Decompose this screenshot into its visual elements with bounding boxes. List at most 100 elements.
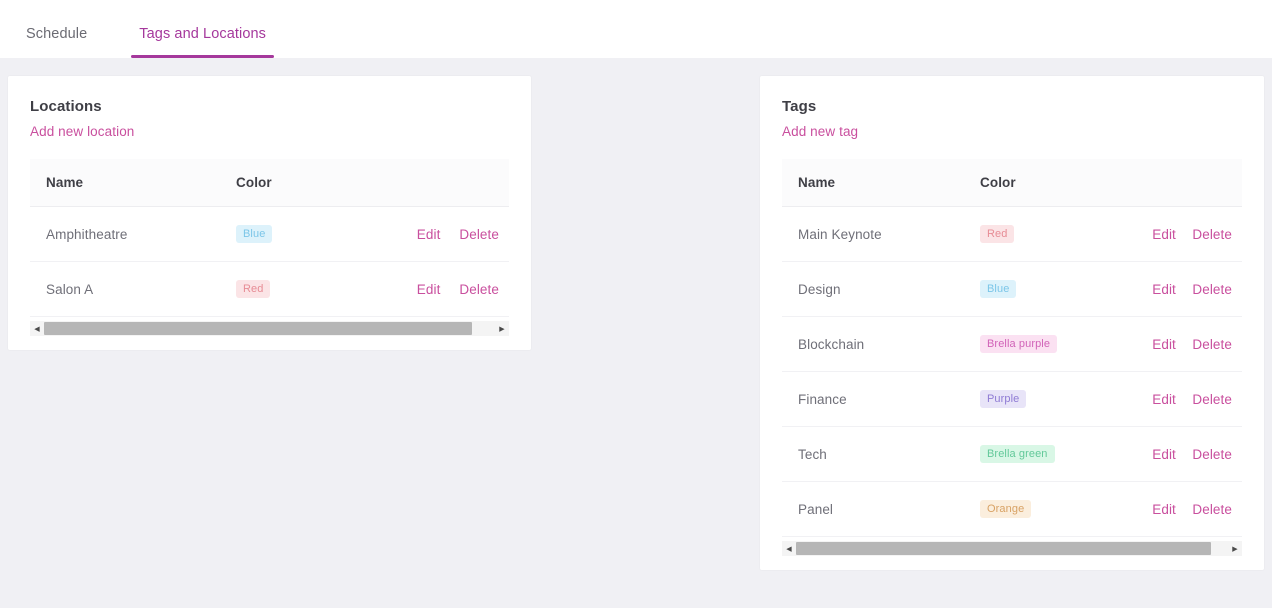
table-row: Finance Purple Edit Delete bbox=[782, 371, 1242, 427]
locations-column-name: Name bbox=[30, 159, 236, 207]
table-row: Tech Brella green Edit Delete bbox=[782, 426, 1242, 482]
scroll-left-arrow-icon[interactable]: ◀ bbox=[30, 321, 44, 336]
locations-table: Name Color Amphitheatre Blue Edit Delete… bbox=[30, 159, 509, 317]
scroll-right-arrow-icon[interactable]: ▶ bbox=[1228, 541, 1242, 556]
tags-panel: Tags Add new tag Name Color Main Keynote bbox=[760, 76, 1264, 570]
tag-color-cell: Blue bbox=[980, 261, 1111, 317]
tags-horizontal-scrollbar[interactable]: ◀ ▶ bbox=[782, 541, 1242, 556]
delete-link[interactable]: Delete bbox=[1192, 447, 1232, 462]
tab-tags-and-locations[interactable]: Tags and Locations bbox=[113, 26, 292, 58]
table-row: Main Keynote Red Edit Delete bbox=[782, 206, 1242, 262]
tab-schedule[interactable]: Schedule bbox=[0, 26, 113, 58]
tag-edit-cell: Edit bbox=[1110, 481, 1176, 537]
color-badge: Blue bbox=[980, 280, 1017, 298]
tab-tags-and-locations-label: Tags and Locations bbox=[139, 26, 267, 42]
edit-link[interactable]: Edit bbox=[1152, 447, 1176, 462]
color-badge: Red bbox=[980, 225, 1015, 243]
delete-link[interactable]: Delete bbox=[459, 282, 499, 297]
edit-link[interactable]: Edit bbox=[417, 282, 441, 297]
tags-column-name: Name bbox=[782, 159, 980, 207]
location-edit-cell: Edit bbox=[372, 206, 441, 262]
tags-header-row: Name Color bbox=[782, 159, 1242, 207]
locations-horizontal-scrollbar[interactable]: ◀ ▶ bbox=[30, 321, 509, 336]
tab-list: Schedule Tags and Locations bbox=[0, 0, 292, 58]
tag-name: Finance bbox=[782, 371, 980, 427]
tag-edit-cell: Edit bbox=[1110, 206, 1176, 262]
add-new-tag-link[interactable]: Add new tag bbox=[782, 124, 858, 139]
color-badge: Brella green bbox=[980, 445, 1055, 463]
tags-table-head: Name Color bbox=[782, 159, 1242, 207]
add-new-location-link[interactable]: Add new location bbox=[30, 124, 134, 139]
table-row: Amphitheatre Blue Edit Delete bbox=[30, 206, 509, 262]
location-edit-cell: Edit bbox=[372, 261, 441, 317]
scroll-right-arrow-icon[interactable]: ▶ bbox=[495, 321, 509, 336]
location-color-cell: Red bbox=[236, 261, 373, 317]
scrollbar-track[interactable] bbox=[796, 541, 1228, 556]
tags-table-body: Main Keynote Red Edit Delete Design Blue… bbox=[782, 206, 1242, 537]
scroll-left-arrow-icon[interactable]: ◀ bbox=[782, 541, 796, 556]
edit-link[interactable]: Edit bbox=[1152, 392, 1176, 407]
tab-schedule-label: Schedule bbox=[26, 26, 88, 42]
delete-link[interactable]: Delete bbox=[1192, 282, 1232, 297]
location-delete-cell: Delete bbox=[440, 206, 509, 262]
tag-delete-cell: Delete bbox=[1175, 426, 1242, 482]
color-badge: Purple bbox=[980, 390, 1027, 408]
tag-name: Main Keynote bbox=[782, 206, 980, 262]
location-name: Amphitheatre bbox=[30, 206, 236, 262]
tag-edit-cell: Edit bbox=[1110, 371, 1176, 427]
tags-column-color: Color bbox=[980, 159, 1111, 207]
delete-link[interactable]: Delete bbox=[1192, 227, 1232, 242]
tags-table: Name Color Main Keynote Red Edit Delete … bbox=[782, 159, 1242, 537]
tab-bar: Schedule Tags and Locations bbox=[0, 0, 1272, 58]
tag-name: Blockchain bbox=[782, 316, 980, 372]
color-badge: Red bbox=[236, 280, 271, 298]
scrollbar-thumb[interactable] bbox=[44, 322, 473, 335]
delete-link[interactable]: Delete bbox=[459, 227, 499, 242]
tag-delete-cell: Delete bbox=[1175, 316, 1242, 372]
tag-color-cell: Brella green bbox=[980, 426, 1111, 482]
edit-link[interactable]: Edit bbox=[1152, 282, 1176, 297]
tag-name: Tech bbox=[782, 426, 980, 482]
tag-color-cell: Red bbox=[980, 206, 1111, 262]
table-row: Panel Orange Edit Delete bbox=[782, 481, 1242, 537]
location-color-cell: Blue bbox=[236, 206, 373, 262]
locations-panel: Locations Add new location Name Color Am… bbox=[8, 76, 531, 350]
locations-table-body: Amphitheatre Blue Edit Delete Salon A Re… bbox=[30, 206, 509, 317]
delete-link[interactable]: Delete bbox=[1192, 392, 1232, 407]
color-badge: Blue bbox=[236, 225, 273, 243]
locations-table-head: Name Color bbox=[30, 159, 509, 207]
location-name: Salon A bbox=[30, 261, 236, 317]
table-row: Salon A Red Edit Delete bbox=[30, 261, 509, 317]
table-row: Design Blue Edit Delete bbox=[782, 261, 1242, 317]
locations-column-edit-spacer bbox=[372, 159, 441, 207]
tag-edit-cell: Edit bbox=[1110, 316, 1176, 372]
table-row: Blockchain Brella purple Edit Delete bbox=[782, 316, 1242, 372]
delete-link[interactable]: Delete bbox=[1192, 337, 1232, 352]
locations-column-delete-spacer bbox=[440, 159, 509, 207]
page-content: Locations Add new location Name Color Am… bbox=[0, 58, 1272, 608]
tag-delete-cell: Delete bbox=[1175, 261, 1242, 317]
tags-panel-title: Tags bbox=[782, 98, 817, 115]
scrollbar-thumb[interactable] bbox=[796, 542, 1211, 555]
edit-link[interactable]: Edit bbox=[417, 227, 441, 242]
tag-delete-cell: Delete bbox=[1175, 481, 1242, 537]
location-delete-cell: Delete bbox=[440, 261, 509, 317]
tag-color-cell: Purple bbox=[980, 371, 1111, 427]
tag-delete-cell: Delete bbox=[1175, 206, 1242, 262]
tag-name: Design bbox=[782, 261, 980, 317]
tag-edit-cell: Edit bbox=[1110, 426, 1176, 482]
delete-link[interactable]: Delete bbox=[1192, 502, 1232, 517]
tags-table-wrap: Name Color Main Keynote Red Edit Delete … bbox=[782, 159, 1242, 556]
color-badge: Brella purple bbox=[980, 335, 1058, 353]
tags-column-delete-spacer bbox=[1175, 159, 1242, 207]
edit-link[interactable]: Edit bbox=[1152, 502, 1176, 517]
locations-header-row: Name Color bbox=[30, 159, 509, 207]
scrollbar-track[interactable] bbox=[44, 321, 495, 336]
edit-link[interactable]: Edit bbox=[1152, 337, 1176, 352]
edit-link[interactable]: Edit bbox=[1152, 227, 1176, 242]
locations-panel-title: Locations bbox=[30, 98, 102, 115]
tags-column-edit-spacer bbox=[1110, 159, 1176, 207]
tag-color-cell: Brella purple bbox=[980, 316, 1111, 372]
locations-column-color: Color bbox=[236, 159, 373, 207]
tag-color-cell: Orange bbox=[980, 481, 1111, 537]
